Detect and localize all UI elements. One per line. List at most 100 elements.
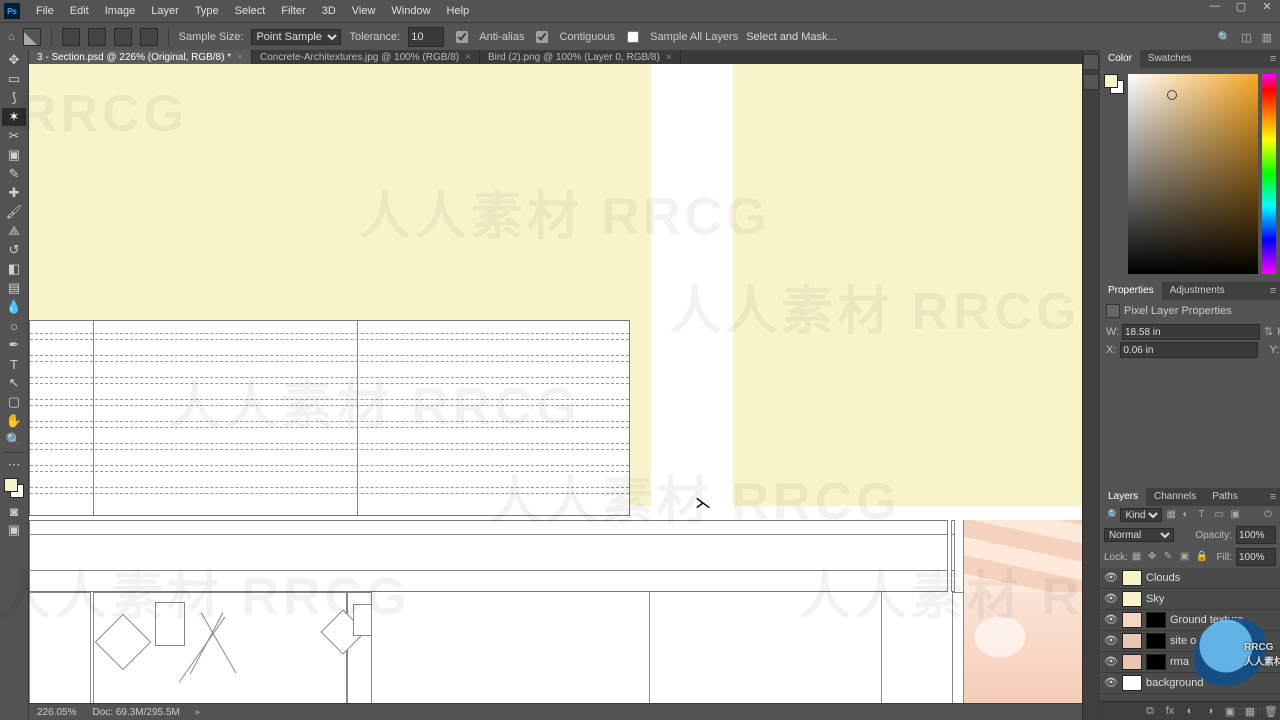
visibility-icon[interactable]: 👁 (1104, 592, 1118, 606)
add-mask-icon[interactable]: ◐ (1184, 705, 1196, 717)
link-wh-icon[interactable]: ⇅ (1264, 325, 1273, 339)
zoom-tool[interactable]: 🔍 (2, 431, 26, 449)
kind-filter-icon[interactable]: 🔎 (1104, 510, 1116, 521)
zoom-readout[interactable]: 226.05% (37, 707, 76, 718)
menu-type[interactable]: Type (187, 0, 227, 22)
sample-size-select[interactable]: Point Sample (251, 29, 341, 45)
window-minimize-icon[interactable]: — (1206, 0, 1224, 13)
crop-tool[interactable]: ✂ (2, 127, 26, 145)
move-tool[interactable]: ✥ (2, 51, 26, 69)
layer-style-icon[interactable]: fx (1164, 705, 1176, 717)
menu-view[interactable]: View (344, 0, 384, 22)
panel-menu-icon[interactable]: ≡ (1266, 285, 1280, 297)
lock-paint-icon[interactable]: ✎ (1164, 551, 1176, 563)
frame-tool[interactable]: ▣ (2, 146, 26, 164)
layer-row[interactable]: 👁 rma (1100, 652, 1280, 673)
delete-layer-icon[interactable]: 🗑 (1264, 705, 1276, 718)
blend-mode-select[interactable]: Normal (1104, 528, 1174, 542)
eraser-tool[interactable]: ◧ (2, 260, 26, 278)
gradient-tool[interactable]: ▤ (2, 279, 26, 297)
current-tool-icon[interactable] (23, 28, 41, 46)
hue-slider[interactable] (1262, 74, 1276, 274)
tab-swatches[interactable]: Swatches (1140, 50, 1199, 68)
layer-row[interactable]: 👁 Ground texture (1100, 610, 1280, 631)
filter-adjust-icon[interactable]: ◐ (1182, 509, 1194, 521)
layer-row[interactable]: 👁 Clouds (1100, 568, 1280, 589)
visibility-icon[interactable]: 👁 (1104, 655, 1118, 669)
history-brush-tool[interactable]: ↺ (2, 241, 26, 259)
type-tool[interactable]: T (2, 355, 26, 373)
color-field-selector-icon[interactable] (1167, 90, 1177, 100)
clone-stamp-tool[interactable]: ⟁ (2, 222, 26, 240)
visibility-icon[interactable]: 👁 (1104, 634, 1118, 648)
brush-tool[interactable]: 🖌 (2, 203, 26, 221)
quick-mask-button[interactable]: ◙ (2, 502, 26, 520)
visibility-icon[interactable]: 👁 (1104, 676, 1118, 690)
status-menu-arrow-icon[interactable]: ▸ (196, 707, 201, 718)
search-icon[interactable]: 🔍 (1217, 31, 1231, 44)
collapsed-panel-icon[interactable] (1083, 54, 1099, 70)
tolerance-input[interactable] (408, 27, 444, 47)
new-adjustment-icon[interactable]: ◑ (1204, 705, 1216, 717)
tab-adjustments[interactable]: Adjustments (1162, 282, 1233, 300)
foreground-color-swatch[interactable] (4, 478, 18, 492)
window-close-icon[interactable]: ✕ (1258, 0, 1276, 13)
layer-thumbnail[interactable] (1122, 675, 1142, 691)
doc-size-readout[interactable]: Doc: 69.3M/295.5M (92, 707, 179, 718)
layer-mask-thumbnail[interactable] (1146, 612, 1166, 628)
shape-tool[interactable]: ▢ (2, 393, 26, 411)
tab-layers[interactable]: Layers (1100, 488, 1146, 506)
select-and-mask-button[interactable]: Select and Mask... (746, 31, 837, 43)
prop-x-input[interactable] (1120, 342, 1258, 358)
visibility-icon[interactable]: 👁 (1104, 571, 1118, 585)
eyedropper-tool[interactable]: ✎ (2, 165, 26, 183)
hand-tool[interactable]: ✋ (2, 412, 26, 430)
selection-subtract-button[interactable] (114, 28, 132, 46)
marquee-tool[interactable]: ▭ (2, 70, 26, 88)
document-tab[interactable]: 3 - Section.psd @ 226% (Original, RGB/8)… (29, 50, 252, 64)
layer-thumbnail[interactable] (1122, 654, 1142, 670)
lasso-tool[interactable]: ⟆ (2, 89, 26, 107)
tab-color[interactable]: Color (1100, 50, 1140, 68)
share-icon[interactable]: ◫ (1241, 31, 1251, 44)
edit-toolbar-button[interactable]: ⋯ (2, 456, 26, 474)
pen-tool[interactable]: ✒ (2, 336, 26, 354)
lock-pixels-icon[interactable]: ▦ (1132, 551, 1144, 563)
selection-intersect-button[interactable] (140, 28, 158, 46)
dodge-tool[interactable]: ○ (2, 317, 26, 335)
filter-smart-icon[interactable]: ▣ (1230, 509, 1242, 521)
layer-mask-thumbnail[interactable] (1146, 654, 1166, 670)
tab-paths[interactable]: Paths (1204, 488, 1246, 506)
selection-new-button[interactable] (62, 28, 80, 46)
menu-3d[interactable]: 3D (314, 0, 344, 22)
antialias-checkbox[interactable] (456, 31, 468, 43)
healing-brush-tool[interactable]: ✚ (2, 184, 26, 202)
workspace-icon[interactable]: ▥ (1262, 31, 1272, 44)
tab-channels[interactable]: Channels (1146, 488, 1204, 506)
layer-thumbnail[interactable] (1122, 591, 1142, 607)
kind-select[interactable]: Kind (1120, 508, 1162, 522)
home-icon[interactable]: ⌂ (8, 31, 15, 43)
layer-thumbnail[interactable] (1122, 633, 1142, 649)
color-swatch-pair[interactable] (1104, 74, 1124, 94)
filter-type-icon[interactable]: T (1198, 509, 1210, 521)
menu-edit[interactable]: Edit (62, 0, 97, 22)
lock-position-icon[interactable]: ✥ (1148, 551, 1160, 563)
menu-file[interactable]: File (28, 0, 62, 22)
prop-w-input[interactable] (1122, 324, 1260, 340)
new-layer-icon[interactable]: ▦ (1244, 705, 1256, 718)
menu-image[interactable]: Image (97, 0, 144, 22)
blur-tool[interactable]: 💧 (2, 298, 26, 316)
layer-mask-thumbnail[interactable] (1146, 633, 1166, 649)
close-icon[interactable]: × (237, 52, 243, 63)
visibility-icon[interactable]: 👁 (1104, 613, 1118, 627)
window-restore-icon[interactable]: ▢ (1232, 0, 1250, 13)
contiguous-checkbox[interactable] (536, 31, 548, 43)
filter-pixel-icon[interactable]: ▦ (1166, 509, 1178, 521)
sample-all-checkbox[interactable] (627, 31, 639, 43)
layer-thumbnail[interactable] (1122, 570, 1142, 586)
close-icon[interactable]: × (465, 52, 471, 63)
fg-swatch[interactable] (1104, 74, 1118, 88)
magic-wand-tool[interactable]: ✶ (2, 108, 26, 126)
layer-row[interactable]: 👁 background (1100, 673, 1280, 694)
